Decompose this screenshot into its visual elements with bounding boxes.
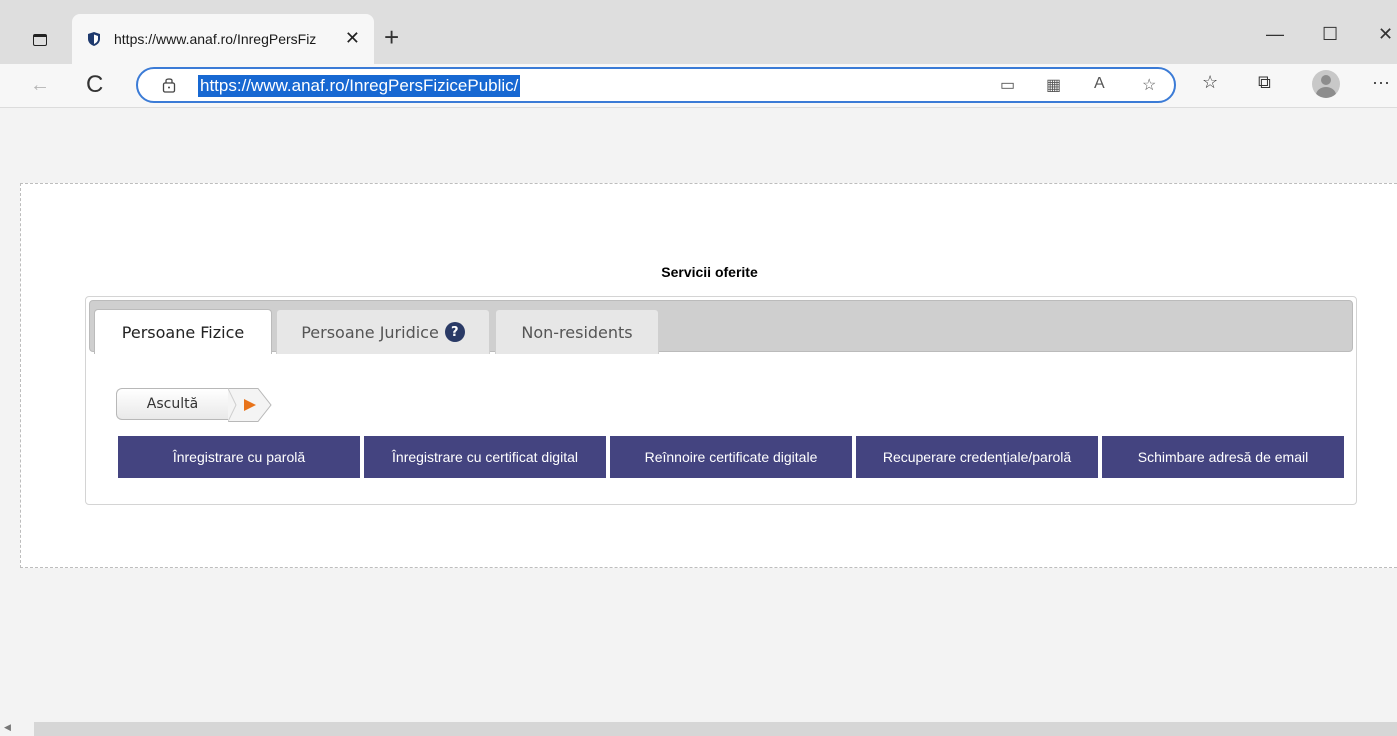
browser-toolbar: ← C https://www.anaf.ro/InregPersFiziceP… — [0, 64, 1397, 108]
change-email-address-button[interactable]: Schimbare adresă de email — [1102, 436, 1344, 478]
lock-icon[interactable] — [162, 76, 176, 94]
collections-icon[interactable]: ⧉ — [1258, 72, 1271, 93]
scrollbar-thumb[interactable] — [34, 722, 1397, 736]
horizontal-scrollbar[interactable]: ◀ — [0, 720, 1397, 736]
back-button[interactable]: ← — [30, 74, 50, 97]
shield-icon — [88, 32, 100, 46]
scroll-left-icon[interactable]: ◀ — [4, 722, 11, 733]
help-icon[interactable]: ? — [444, 322, 465, 342]
content-panel: Servicii oferite Persoane Fizice Persoan… — [20, 183, 1397, 568]
qr-code-icon[interactable]: ▦ — [1046, 75, 1061, 95]
close-window-button[interactable]: ✕ — [1378, 24, 1393, 45]
register-with-digital-certificate-button[interactable]: Înregistrare cu certificat digital — [364, 436, 606, 478]
page-viewport: Servicii oferite Persoane Fizice Persoan… — [10, 108, 1397, 720]
new-tab-button[interactable]: + — [384, 24, 399, 50]
url-text[interactable]: https://www.anaf.ro/InregPersFizicePubli… — [198, 75, 521, 97]
services-tabs-container: Persoane Fizice Persoane Juridice ? Non-… — [85, 296, 1357, 505]
tabs-header: Persoane Fizice Persoane Juridice ? Non-… — [89, 300, 1353, 354]
tab-label: Persoane Juridice — [301, 322, 439, 342]
register-with-password-button[interactable]: Înregistrare cu parolă — [118, 436, 360, 478]
tab-persoane-juridice[interactable]: Persoane Juridice ? — [276, 309, 490, 354]
renew-digital-certificates-button[interactable]: Reînnoire certificate digitale — [610, 436, 852, 478]
tab-actions-icon — [33, 34, 47, 46]
reload-button[interactable]: C — [86, 71, 103, 99]
listen-label: Ascultă — [116, 388, 228, 420]
maximize-button[interactable]: ☐ — [1322, 24, 1338, 45]
play-icon — [228, 388, 272, 422]
tab-persoane-fizice[interactable]: Persoane Fizice — [94, 309, 272, 354]
tab-title: https://www.anaf.ro/InregPersFiz — [114, 31, 317, 47]
more-menu-icon[interactable]: ··· — [1372, 72, 1390, 93]
tab-actions-menu-button[interactable] — [22, 22, 58, 58]
favorites-icon[interactable]: ☆ — [1202, 72, 1218, 93]
tab-label: Non-residents — [521, 322, 633, 342]
minimize-button[interactable]: — — [1266, 24, 1284, 45]
browser-tab[interactable]: https://www.anaf.ro/InregPersFiz ✕ — [72, 14, 374, 64]
add-favorite-icon[interactable]: ☆ — [1142, 75, 1156, 95]
close-tab-icon[interactable]: ✕ — [345, 28, 360, 48]
browser-titlebar: https://www.anaf.ro/InregPersFiz ✕ + — ☐… — [0, 0, 1397, 64]
listen-button[interactable]: Ascultă — [116, 387, 272, 422]
tab-label: Persoane Fizice — [121, 322, 245, 342]
read-aloud-icon[interactable]: A — [1094, 75, 1105, 93]
app-available-icon[interactable]: ▭ — [1000, 75, 1015, 95]
address-bar[interactable]: https://www.anaf.ro/InregPersFizicePubli… — [136, 67, 1176, 103]
recover-credentials-button[interactable]: Recuperare credențiale/parolă — [856, 436, 1098, 478]
tab-non-residents[interactable]: Non-residents — [495, 309, 659, 354]
section-title: Servicii oferite — [661, 264, 758, 280]
profile-avatar[interactable] — [1312, 70, 1340, 98]
service-actions: Înregistrare cu parolă Înregistrare cu c… — [118, 436, 1348, 478]
